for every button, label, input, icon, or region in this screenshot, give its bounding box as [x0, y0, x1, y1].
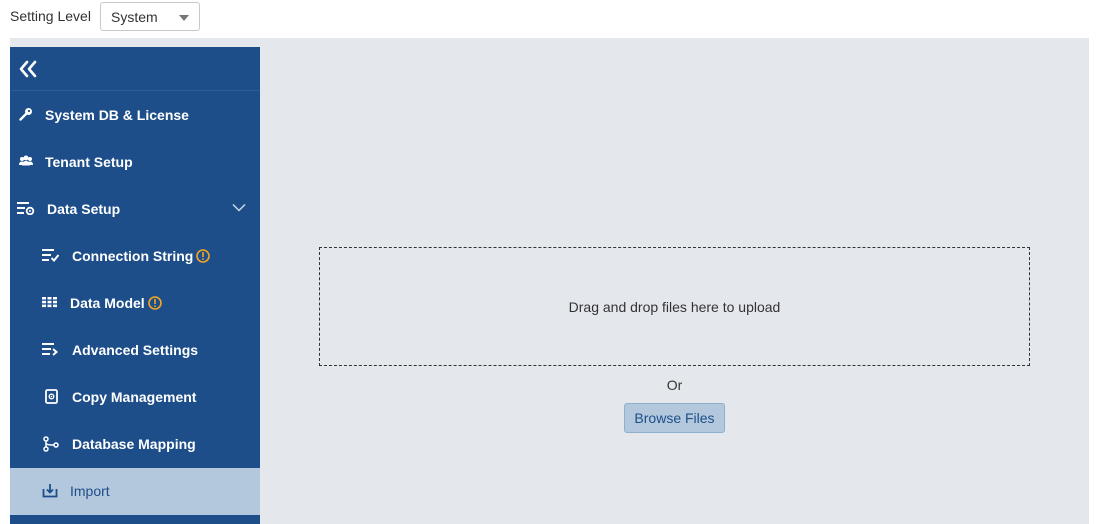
setting-level-value: System [111, 9, 158, 25]
sidebar-item-advanced-settings[interactable]: Advanced Settings [10, 327, 260, 374]
sidebar: System DB & License Tenant Setup Data Se… [10, 47, 260, 524]
browse-files-button[interactable]: Browse Files [624, 403, 725, 433]
list-check-icon [42, 248, 60, 264]
sidebar-item-label: Database Mapping [72, 436, 196, 452]
sidebar-item-label: Data Setup [47, 201, 121, 217]
mapping-icon [43, 436, 61, 452]
file-dropzone[interactable]: Drag and drop files here to upload [319, 247, 1030, 366]
sidebar-item-tenant-setup[interactable]: Tenant Setup [10, 139, 260, 186]
sidebar-item-database-mapping[interactable]: Database Mapping [10, 421, 260, 468]
or-separator: Or [666, 377, 683, 393]
sidebar-item-label: System DB & License [45, 107, 189, 123]
list-arrow-icon [42, 342, 60, 358]
top-bar: Setting Level System [0, 0, 1096, 38]
setting-level-label: Setting Level [10, 8, 91, 24]
sidebar-item-label: Tenant Setup [45, 154, 133, 170]
sidebar-item-data-model[interactable]: Data Model [10, 280, 260, 327]
sidebar-item-label: Connection String [72, 248, 194, 264]
sidebar-item-import[interactable]: Import [10, 468, 260, 515]
sidebar-item-label: Data Model [70, 295, 145, 311]
download-tray-icon [42, 483, 60, 499]
copy-doc-icon [45, 389, 63, 405]
users-icon [18, 154, 36, 170]
dropzone-text: Drag and drop files here to upload [568, 299, 781, 315]
grid-table-icon [42, 295, 60, 311]
sidebar-item-copy-management[interactable]: Copy Management [10, 374, 260, 421]
key-icon [19, 107, 37, 123]
sidebar-item-label-wrap: Connection String [72, 248, 211, 264]
chevron-down-icon [232, 203, 246, 212]
sidebar-item-label: Import [70, 483, 110, 499]
sidebar-item-system-db-license[interactable]: System DB & License [10, 92, 260, 139]
warning-icon [196, 249, 211, 263]
sidebar-collapse-button[interactable] [10, 47, 260, 91]
warning-icon [147, 296, 162, 310]
sidebar-item-connection-string[interactable]: Connection String [10, 233, 260, 280]
setting-level-select[interactable]: System [100, 2, 200, 31]
double-chevron-left-icon [19, 60, 37, 78]
caret-down-icon [179, 15, 189, 21]
sidebar-item-data-setup[interactable]: Data Setup [10, 186, 260, 233]
list-settings-icon [17, 201, 35, 217]
sidebar-item-label: Copy Management [72, 389, 197, 405]
sidebar-item-label-wrap: Data Model [70, 295, 162, 311]
sidebar-item-label: Advanced Settings [72, 342, 199, 358]
